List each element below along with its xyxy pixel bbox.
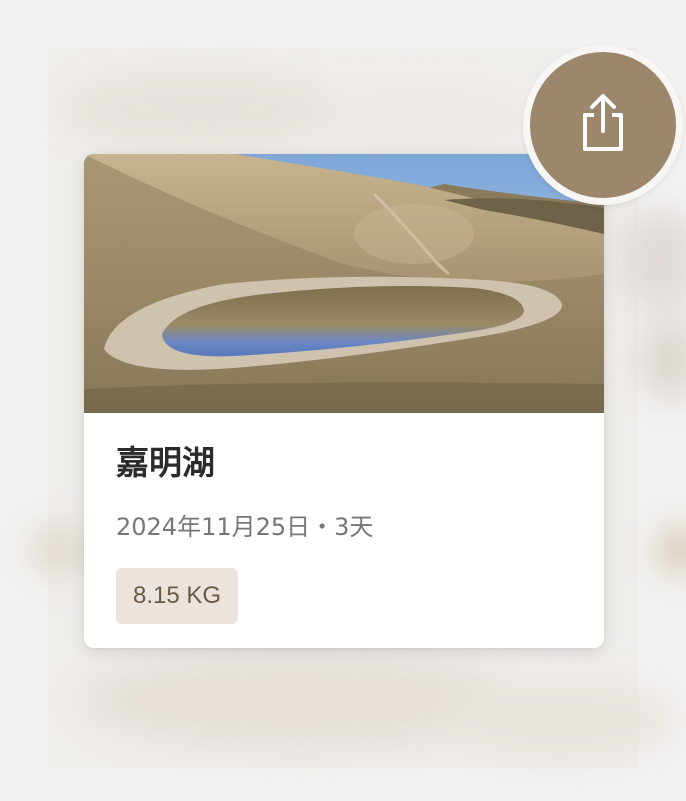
trip-title: 嘉明湖: [116, 443, 215, 482]
lake-photo: [84, 154, 604, 413]
share-icon: [577, 91, 629, 159]
share-button[interactable]: [523, 45, 683, 205]
trip-date-duration: 2024年11月25日・3天: [116, 513, 374, 541]
trip-card[interactable]: 嘉明湖 2024年11月25日・3天 8.15 KG: [84, 154, 604, 648]
weight-badge: 8.15 KG: [116, 568, 239, 624]
